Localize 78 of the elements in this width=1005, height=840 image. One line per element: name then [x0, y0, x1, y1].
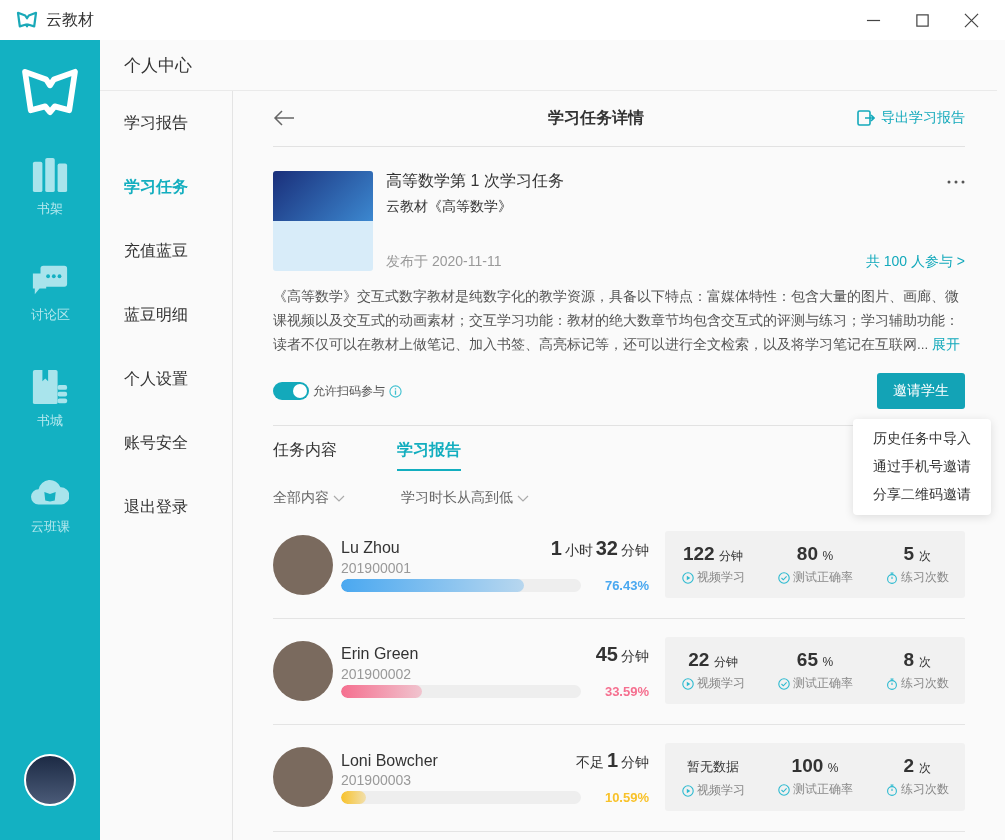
- rail-label: 云班课: [30, 518, 70, 536]
- stopwatch-icon: [885, 783, 898, 796]
- progress-percent: 76.43%: [604, 577, 649, 593]
- student-id: 201900001: [341, 559, 413, 576]
- stat-value: 5 次: [903, 543, 931, 565]
- books-icon: [31, 156, 69, 194]
- avatar-placeholder: [273, 747, 333, 807]
- toggle-switch[interactable]: [273, 382, 309, 400]
- nav-item[interactable]: 充值蓝豆: [100, 219, 232, 283]
- task-description: 《高等数学》交互式数字教材是纯数字化的教学资源，具备以下特点：富媒体特性：包含大量的图片、画廊、微课视频以及交互式的动画素材；交互学习功能：教材的绝大数章节均包含交互式的评测与练习；学习辅助功能：读者不仅可以在教材上做笔记、加入书签、高亮标记等，还可以进行全文检索，以及将学习笔记在互联网... 展开: [273, 288, 961, 354]
- invite-students-button[interactable]: 邀请学生: [877, 373, 965, 409]
- rail-label: 讨论区: [30, 306, 70, 324]
- nav-item[interactable]: 个人设置: [100, 347, 232, 411]
- stat-value: 暂无数据: [687, 758, 739, 776]
- close-icon[interactable]: [964, 12, 979, 28]
- stopwatch-icon: [885, 571, 898, 584]
- stat-label: 视频学习: [696, 675, 745, 692]
- menu-item[interactable]: 通过手机号邀请: [853, 453, 991, 481]
- play-icon: [681, 571, 694, 584]
- student-id: 201900002: [341, 665, 413, 682]
- nav-item[interactable]: 退出登录: [100, 475, 232, 539]
- task-title: 高等数学第 1 次学习任务: [386, 171, 564, 191]
- progress-percent: 33.59%: [604, 683, 649, 699]
- student-name: Lu Zhou: [341, 539, 400, 557]
- stat-label: 测试正确率: [792, 781, 853, 798]
- progress-percent: 10.59%: [604, 790, 649, 805]
- stat-label: 练习次数: [900, 569, 949, 586]
- nav-item[interactable]: 蓝豆明细: [100, 283, 232, 347]
- menu-item[interactable]: 分享二维码邀请: [853, 481, 991, 509]
- student-id: 201900003: [341, 772, 413, 788]
- stat-label: 视频学习: [696, 782, 745, 799]
- stat-value: 80 %: [796, 543, 834, 565]
- rail-label: 书架: [37, 200, 63, 218]
- export-icon: [857, 109, 875, 127]
- stat-value: 2 次: [903, 755, 931, 777]
- stat-value: 8 次: [903, 649, 931, 671]
- chevron-down-icon: [517, 494, 529, 502]
- check-circle-icon: [777, 571, 790, 584]
- stat-value: 22 分钟: [688, 649, 738, 671]
- play-icon: [681, 784, 694, 797]
- stat-label: 测试正确率: [792, 569, 853, 586]
- toggle-label: 允许扫码参与: [313, 382, 385, 400]
- student-name: Erin Green: [341, 645, 419, 663]
- play-icon: [681, 677, 694, 690]
- publish-date: 发布于 2020-11-11: [386, 253, 502, 271]
- stopwatch-icon: [885, 677, 898, 690]
- study-duration: 1 小时 32 分钟: [550, 536, 649, 560]
- study-duration: 45 分钟: [595, 642, 649, 666]
- more-icon[interactable]: [947, 179, 965, 184]
- book-logo-icon: [20, 68, 80, 116]
- student-name: Loni Bowcher: [341, 751, 438, 770]
- stat-value: 65 %: [796, 649, 834, 671]
- check-circle-icon: [777, 783, 790, 796]
- stat-label: 练习次数: [900, 675, 949, 692]
- stat-label: 视频学习: [696, 569, 745, 586]
- stat-label: 测试正确率: [792, 675, 853, 692]
- page-title: 学习任务详情: [547, 107, 645, 128]
- tab[interactable]: 任务内容: [273, 440, 337, 471]
- menu-item[interactable]: 历史任务中导入: [853, 425, 991, 453]
- window-title: 云教材: [46, 9, 94, 30]
- chevron-down-icon: [333, 494, 345, 502]
- filter-dropdown[interactable]: 学习时长从高到低: [401, 489, 529, 507]
- nav-item[interactable]: 学习报告: [100, 91, 232, 155]
- user-avatar[interactable]: [24, 754, 76, 806]
- check-circle-icon: [777, 677, 790, 690]
- stat-value: 122 分钟: [682, 543, 744, 565]
- stat-value: 100 %: [791, 755, 839, 777]
- study-duration: 不足 1 分钟: [575, 749, 649, 772]
- book-logo-icon: [16, 11, 38, 29]
- maximize-icon[interactable]: [915, 12, 930, 28]
- stat-label: 练习次数: [900, 781, 949, 798]
- nav-item[interactable]: 账号安全: [100, 411, 232, 475]
- section-title: 个人中心: [124, 54, 192, 77]
- filter-dropdown[interactable]: 全部内容: [273, 489, 345, 507]
- back-arrow-icon[interactable]: [273, 110, 295, 126]
- rail-label: 书城: [37, 412, 63, 430]
- book-bookmark-icon: [31, 368, 69, 406]
- book-name: 云教材《高等数学》: [386, 198, 513, 216]
